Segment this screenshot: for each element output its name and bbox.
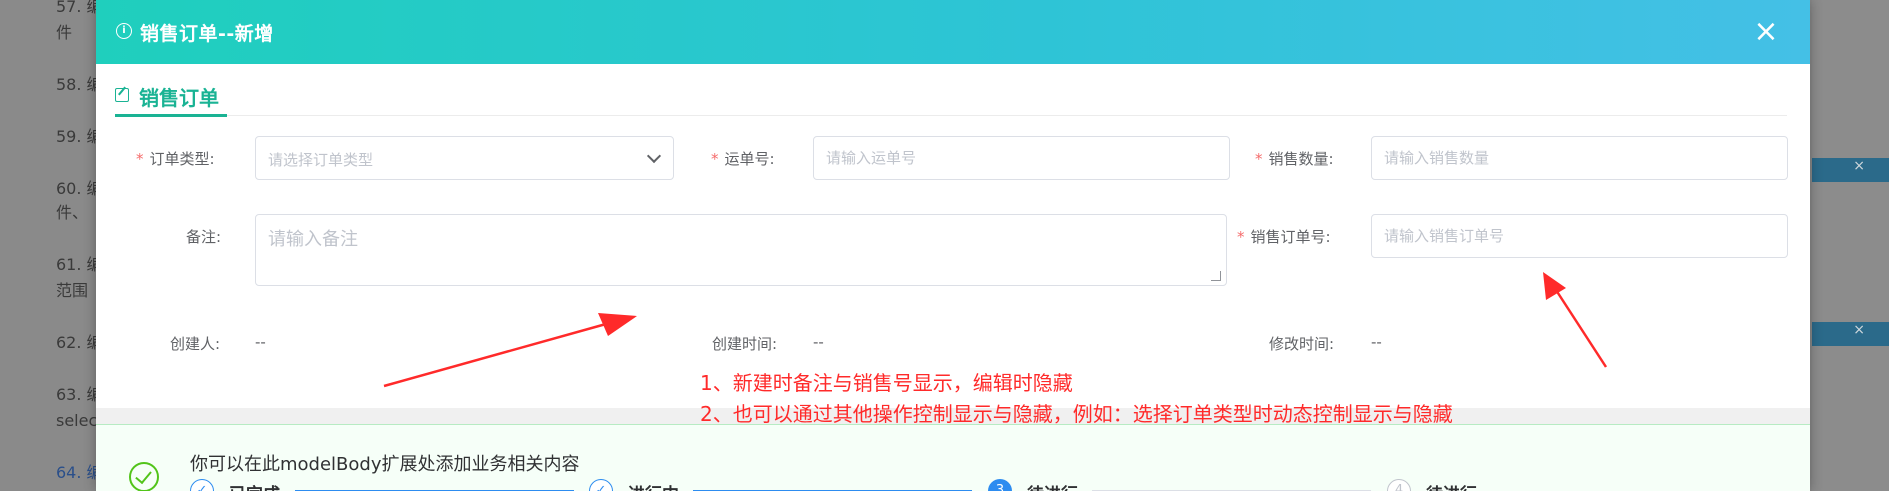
bg-right-tab: ×	[1812, 158, 1889, 182]
section-title: 销售订单	[139, 86, 219, 110]
quantity-label: * 销售数量:	[1255, 148, 1334, 169]
modified-time-label: 修改时间:	[1269, 335, 1335, 353]
quantity-input[interactable]	[1371, 136, 1788, 180]
created-time-label: 创建时间:	[712, 335, 778, 353]
sales-order-no-input[interactable]	[1371, 214, 1788, 258]
bg-right-tab: ×	[1812, 322, 1889, 346]
sales-order-no-label-text: 销售订单号:	[1250, 228, 1331, 246]
modal-header: i 销售订单--新增 ×	[96, 0, 1810, 64]
required-mark: *	[136, 150, 144, 168]
step-4-label: 待进行	[1426, 480, 1477, 491]
step-1-label: 已完成	[229, 480, 280, 491]
info-text: 你可以在此modelBody扩展处添加业务相关内容	[190, 454, 580, 475]
quantity-label-text: 销售数量:	[1268, 150, 1334, 168]
close-button[interactable]: ×	[1752, 17, 1780, 47]
order-type-label-text: 订单类型:	[149, 150, 215, 168]
close-icon: ×	[1853, 158, 1865, 174]
creator-label: 创建人:	[170, 335, 221, 353]
order-type-placeholder: 请选择订单类型	[268, 151, 374, 169]
required-mark: *	[1237, 228, 1245, 246]
chevron-down-icon	[646, 148, 662, 164]
order-type-select[interactable]: 请选择订单类型	[255, 136, 674, 180]
close-icon: ×	[1853, 322, 1865, 338]
remark-label: 备注:	[186, 228, 222, 246]
sales-order-no-label: * 销售订单号:	[1237, 226, 1331, 247]
annotation-line-1: 1、新建时备注与销售号显示，编辑时隐藏	[700, 371, 1073, 395]
check-circle-icon	[129, 462, 159, 491]
modal-title: 销售订单--新增	[140, 23, 274, 45]
step-3-label: 待进行	[1027, 480, 1078, 491]
created-time-value: --	[813, 333, 824, 351]
bg-list-item: 件、	[56, 203, 89, 222]
section-header: 销售订单	[115, 80, 1787, 117]
remark-textarea[interactable]	[255, 214, 1227, 286]
resize-handle-icon[interactable]	[1211, 271, 1221, 281]
info-icon: i	[116, 23, 132, 39]
edit-icon	[115, 88, 129, 102]
bg-list-item: 件	[56, 23, 73, 42]
bg-right-panel	[1812, 0, 1889, 491]
modified-time-value: --	[1371, 333, 1382, 351]
bg-list-item: 范围	[56, 281, 89, 300]
bg-list-item: selec	[56, 411, 98, 430]
step-2-label: 进行中	[628, 480, 679, 491]
creator-value: --	[255, 333, 266, 351]
order-type-label: * 订单类型:	[136, 148, 215, 169]
annotation-line-2: 2、也可以通过其他操作控制显示与隐藏，例如：选择订单类型时动态控制显示与隐藏	[700, 402, 1453, 426]
required-mark: *	[711, 150, 719, 168]
waybill-label: * 运单号:	[711, 148, 775, 169]
section-underline	[115, 114, 227, 117]
waybill-input[interactable]	[813, 136, 1230, 180]
waybill-label-text: 运单号:	[724, 150, 775, 168]
required-mark: *	[1255, 150, 1263, 168]
